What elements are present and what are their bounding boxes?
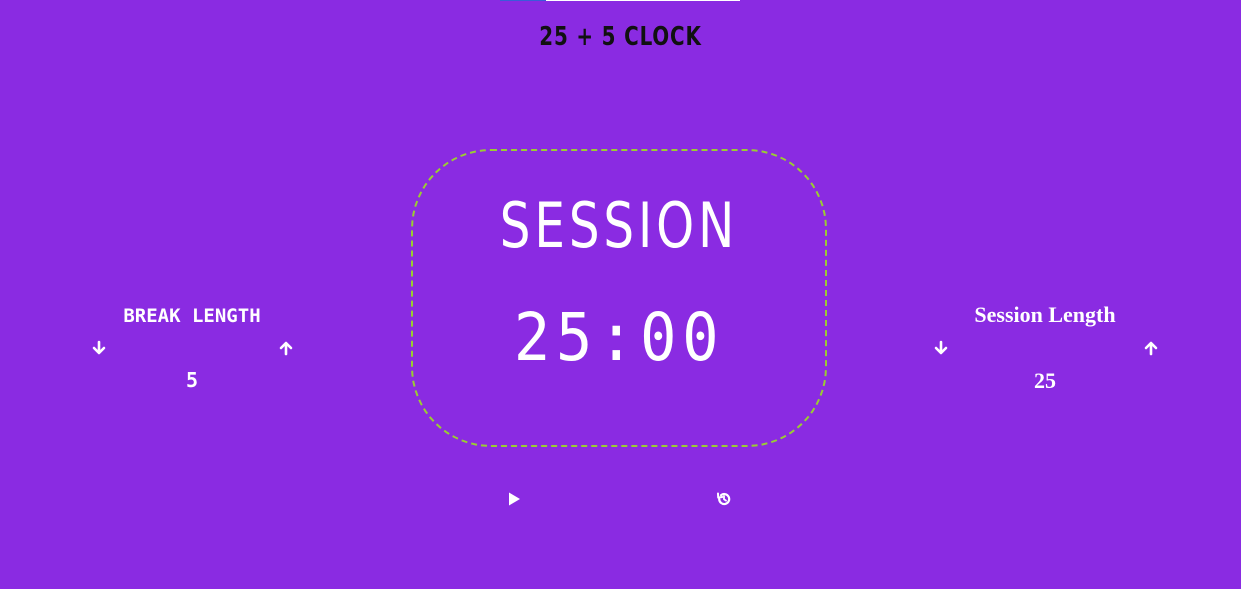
- arrow-down-icon: [92, 340, 106, 355]
- app-title: 25 + 5 CLOCK: [539, 22, 702, 52]
- time-left-display: 25:00: [513, 299, 725, 376]
- start-stop-button[interactable]: [504, 489, 524, 509]
- arrow-up-icon: [1144, 341, 1158, 356]
- break-decrement-button[interactable]: [89, 338, 109, 358]
- break-increment-button[interactable]: [276, 338, 296, 358]
- arrow-up-icon: [279, 341, 293, 356]
- arrow-down-icon: [934, 340, 948, 355]
- break-length-value: 5: [185, 368, 199, 392]
- top-strip-segment-white: [546, 0, 740, 1]
- reset-history-icon: [717, 492, 731, 506]
- play-icon: [509, 492, 520, 506]
- session-label: Session Length: [974, 302, 1116, 327]
- break-label: BREAK LENGTH: [123, 305, 261, 327]
- timer-box: SESSION 25:00: [411, 149, 827, 447]
- reset-button[interactable]: [714, 489, 734, 509]
- session-decrement-button[interactable]: [931, 338, 951, 358]
- session-increment-button[interactable]: [1141, 338, 1161, 358]
- timer-label: SESSION: [499, 189, 739, 262]
- session-length-value: 25: [1034, 368, 1056, 393]
- top-strip: [500, 0, 740, 1]
- top-strip-segment-blue: [500, 0, 546, 1]
